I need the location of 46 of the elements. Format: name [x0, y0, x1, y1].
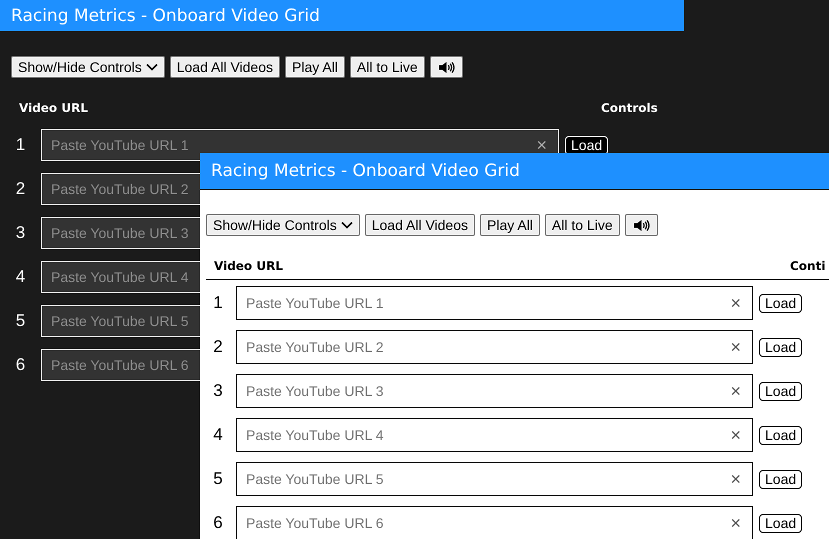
window-title: Racing Metrics - Onboard Video Grid [0, 0, 684, 31]
chevron-down-icon [146, 63, 158, 71]
clear-button[interactable]: × [728, 470, 743, 488]
chevron-down-icon [340, 221, 353, 229]
window-title: Racing Metrics - Onboard Video Grid [200, 153, 829, 190]
toolbar-button[interactable]: All to Live [544, 214, 620, 236]
row-number: 6 [14, 355, 26, 375]
row-number: 4 [212, 425, 224, 445]
load-button[interactable]: Load [759, 338, 802, 356]
load-button[interactable]: Load [759, 294, 802, 312]
row-number: 1 [14, 135, 26, 155]
load-button[interactable]: Load [759, 426, 802, 444]
toolbar-button[interactable]: Load All Videos [364, 214, 475, 236]
load-button[interactable]: Load [759, 470, 802, 488]
speaker-icon [632, 218, 650, 232]
row-number: 1 [212, 293, 224, 313]
row-number: 4 [14, 267, 26, 287]
toolbar-button[interactable]: Play All [285, 56, 345, 78]
row-number: 3 [212, 381, 224, 401]
speaker-icon [438, 60, 455, 74]
row-number: 3 [14, 223, 26, 243]
load-button[interactable]: Load [565, 136, 608, 154]
sound-button[interactable] [430, 56, 463, 78]
column-header: Controls [601, 101, 658, 115]
column-header: Conti [790, 259, 826, 273]
load-button[interactable]: Load [759, 382, 802, 400]
toolbar-button[interactable]: Play All [480, 214, 540, 236]
show-hide-dropdown[interactable]: Show/Hide Controls [11, 56, 165, 78]
toolbar-button[interactable]: Load All Videos [170, 56, 280, 78]
column-header: Video URL [214, 259, 284, 273]
toolbar-button[interactable]: All to Live [350, 56, 425, 78]
clear-button[interactable]: × [728, 382, 743, 400]
row-number: 5 [14, 311, 26, 331]
show-hide-dropdown[interactable]: Show/Hide Controls [206, 214, 360, 236]
row-number: 2 [14, 179, 26, 199]
clear-button[interactable]: × [728, 514, 743, 532]
load-button[interactable]: Load [759, 514, 802, 532]
clear-button[interactable]: × [728, 294, 743, 312]
clear-button[interactable]: × [534, 136, 549, 154]
sound-button[interactable] [624, 214, 658, 236]
row-number: 5 [212, 469, 224, 489]
row-number: 2 [212, 337, 224, 357]
clear-button[interactable]: × [728, 426, 743, 444]
column-header: Video URL [19, 101, 89, 115]
row-number: 6 [212, 513, 224, 533]
clear-button[interactable]: × [728, 338, 743, 356]
